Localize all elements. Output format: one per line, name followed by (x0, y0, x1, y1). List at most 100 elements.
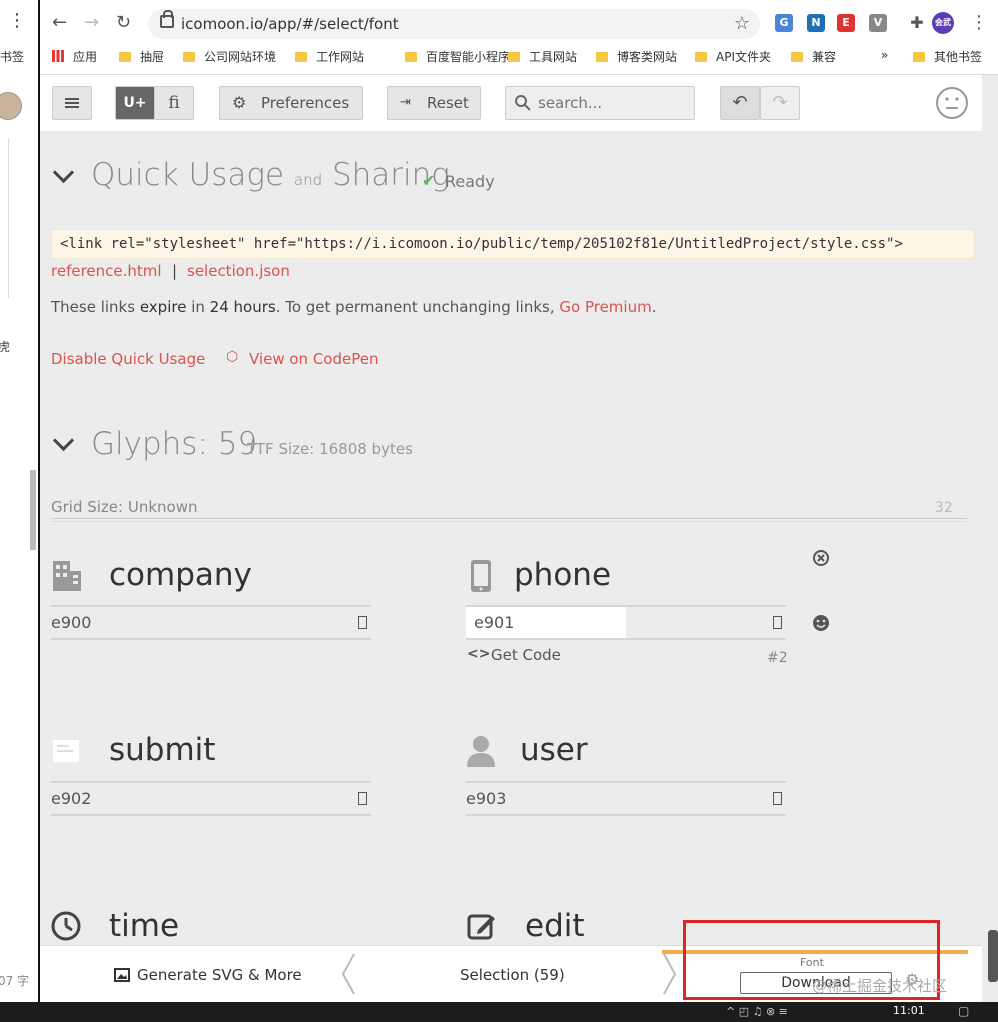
menu-button[interactable] (52, 86, 92, 120)
redo-button[interactable]: ↷ (760, 86, 800, 120)
folder-icon (913, 52, 925, 62)
address-bar[interactable]: icomoon.io/app/#/select/font ☆ (148, 9, 760, 39)
glyph-code-field-user[interactable]: e903 (466, 781, 786, 816)
profile-avatar[interactable]: 会武 (932, 12, 954, 34)
and-word: and (293, 171, 323, 189)
codepen-icon: ⬡ (226, 349, 239, 365)
bookmark-item[interactable]: » (881, 48, 888, 62)
bookmark-item[interactable]: 其他书签 (913, 48, 982, 65)
notification-icon[interactable]: ▢ (958, 1004, 969, 1018)
note-hours: 24 hours (209, 298, 276, 316)
bookmarks-bar: 应用 抽屉 公司网站环境 工作网站 百度智能小程序 工具网站 博客类网站 API文件夹 兼容 » 其… (52, 48, 992, 68)
puzzle-extensions-icon[interactable]: ✚ (908, 14, 926, 32)
edit-icon (467, 914, 495, 940)
icomoon-app: U+ fi ⚙ Preferences ⇥ Reset ↶ ↷ Quick Us… (40, 75, 982, 1002)
disable-quick-usage-link[interactable]: Disable Quick Usage (51, 350, 205, 368)
bookmark-item[interactable]: 工作网站 (295, 48, 364, 65)
building-icon (53, 561, 81, 591)
glyph-name-user[interactable]: user (520, 732, 588, 768)
prev-chevron-icon[interactable] (340, 952, 356, 996)
undo-button[interactable]: ↶ (720, 86, 760, 120)
bookmark-item[interactable]: 公司网站环境 (183, 48, 276, 65)
grid-slider-track[interactable] (51, 518, 967, 522)
preferences-button[interactable]: ⚙ Preferences (219, 86, 363, 120)
glyph-code: e900 (51, 613, 92, 632)
search-input[interactable] (536, 91, 690, 115)
panel-divider (0, 138, 9, 298)
glyph-name-company[interactable]: company (109, 557, 252, 593)
bookmark-label: 应用 (73, 50, 98, 64)
grid-size: Grid Size: Unknown (51, 498, 198, 516)
n-extension-icon[interactable]: N (807, 14, 825, 32)
tray-icons[interactable]: ^ ◰ ♫ ⊗ ≡ (726, 1005, 788, 1018)
note-suffix: . To get permanent unchanging links, (275, 298, 560, 316)
bookmark-item[interactable]: 抽屉 (119, 48, 164, 65)
glyph-name-time[interactable]: time (109, 908, 179, 944)
ttf-size: TTF Size: 16808 bytes (247, 440, 413, 458)
bookmark-item[interactable]: 兼容 (791, 48, 836, 65)
chrome-menu-icon[interactable]: ⋮ (970, 12, 988, 33)
app-toolbar: U+ fi ⚙ Preferences ⇥ Reset ↶ ↷ (40, 75, 982, 131)
glyph-name-edit[interactable]: edit (525, 908, 585, 944)
bookmark-star-icon[interactable]: ☆ (734, 13, 750, 34)
avatar[interactable] (0, 92, 22, 120)
glyph-code[interactable]: e901 (474, 607, 514, 638)
check-icon: ✔ (422, 171, 436, 190)
back-arrow-icon[interactable]: ← (52, 12, 67, 33)
undo-icon: ↶ (732, 92, 748, 113)
reference-html-link[interactable]: reference.html (51, 262, 162, 280)
generate-svg-button[interactable]: Generate SVG & More (137, 966, 302, 984)
glyph-preview-box (773, 616, 782, 629)
glyphs-collapse-chevron-icon[interactable] (52, 429, 75, 452)
next-chevron-icon[interactable] (662, 952, 678, 996)
v-extension-icon[interactable]: V (869, 14, 887, 32)
unicode-toggle-button[interactable]: U+ (115, 86, 155, 120)
expiry-note: These links expire in 24 hours. To get p… (51, 298, 656, 316)
menu-dots-icon[interactable]: ⋮ (8, 10, 26, 31)
image-icon (114, 968, 130, 982)
glyph-code-field-company[interactable]: e900 (51, 605, 371, 640)
bookmark-item[interactable]: 百度智能小程序 (405, 48, 510, 65)
glyph-code-field-phone[interactable]: e901 (466, 605, 786, 640)
redo-icon: ↷ (772, 92, 788, 113)
scrollbar-thumb[interactable] (30, 470, 36, 550)
glyph-code-field-submit[interactable]: e902 (51, 781, 371, 816)
ligature-toggle-button[interactable]: fi (154, 86, 194, 120)
ready-status: Ready (445, 172, 495, 191)
selection-json-link[interactable]: selection.json (187, 262, 290, 280)
folder-icon (295, 52, 307, 62)
bookmark-item[interactable]: 博客类网站 (596, 48, 677, 65)
phone-icon (471, 560, 491, 592)
forward-arrow-icon[interactable]: → (84, 12, 99, 33)
reset-button[interactable]: ⇥ Reset (387, 86, 481, 120)
bookmark-item[interactable]: 工具网站 (508, 48, 577, 65)
quick-usage-heading: Quick Usage and Sharing (91, 157, 450, 193)
quick-usage-title: Quick Usage (91, 157, 285, 193)
bookmark-item[interactable]: 应用 (52, 48, 97, 65)
emoji-icon[interactable] (812, 614, 830, 632)
view-on-codepen-link[interactable]: View on CodePen (249, 350, 378, 368)
glyph-name-submit[interactable]: submit (109, 732, 215, 768)
search-box[interactable] (505, 86, 695, 120)
bookmark-item[interactable]: API文件夹 (695, 48, 771, 65)
preferences-label: Preferences (261, 94, 350, 112)
reload-icon[interactable]: ↻ (116, 12, 131, 33)
browser-chrome: ← → ↻ icomoon.io/app/#/select/font ☆ ✚ 会… (40, 0, 998, 75)
selection-count[interactable]: Selection (59) (460, 966, 565, 984)
close-circle-icon[interactable] (812, 549, 830, 567)
go-premium-link[interactable]: Go Premium (559, 298, 651, 316)
taskbar: ^ ◰ ♫ ⊗ ≡ 11:01 ▢ (0, 1002, 998, 1022)
stylesheet-link-code[interactable]: <link rel="stylesheet" href="https://i.i… (51, 229, 975, 259)
smiley-icon[interactable] (935, 86, 969, 120)
side-widget (988, 930, 998, 982)
grid-size-value[interactable]: 32 (935, 500, 953, 516)
collapse-chevron-icon[interactable] (52, 161, 75, 184)
apps-grid-icon (52, 50, 64, 62)
get-code-link[interactable]: Get Code (491, 646, 561, 664)
reset-label: Reset (427, 94, 469, 112)
translate-icon[interactable]: G (775, 14, 793, 32)
glyph-code: e902 (51, 789, 92, 808)
glyph-preview-box (773, 792, 782, 805)
glyph-name-phone[interactable]: phone (514, 557, 611, 593)
e-extension-icon[interactable]: E (837, 14, 855, 32)
